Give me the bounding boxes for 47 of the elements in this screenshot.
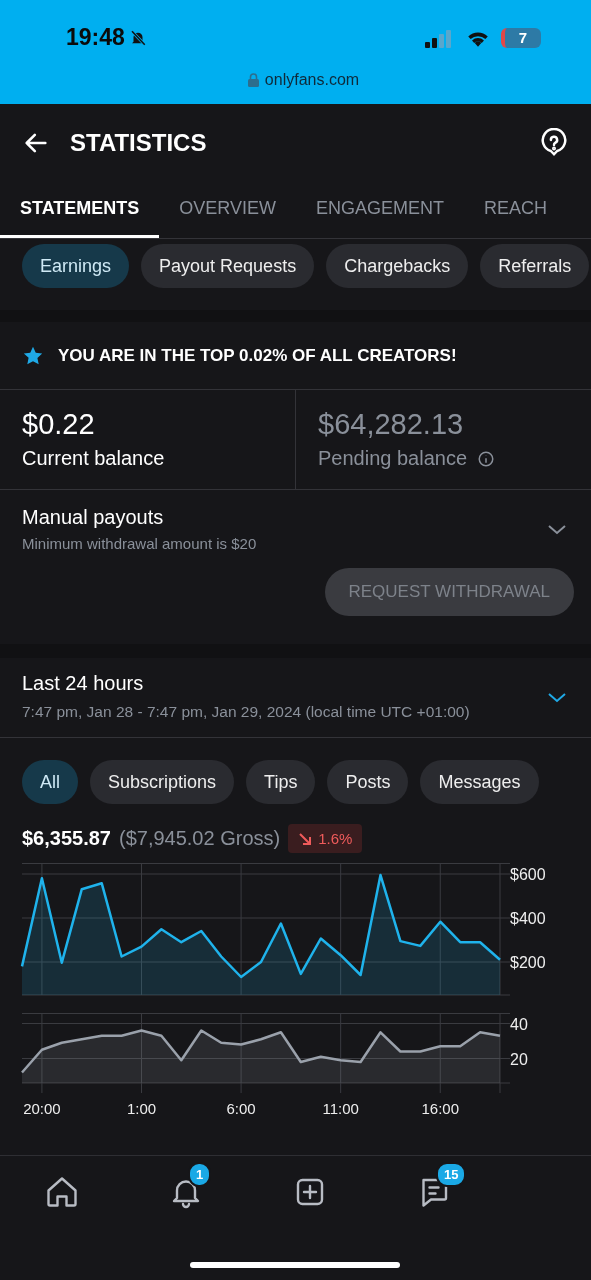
lock-icon bbox=[247, 73, 259, 87]
banner-text: YOU ARE IN THE TOP 0.02% OF ALL CREATORS! bbox=[58, 345, 457, 366]
tab[interactable]: STATEMENTS bbox=[0, 182, 160, 238]
change-value: 1.6% bbox=[318, 830, 353, 847]
filter-chip[interactable]: Tips bbox=[246, 760, 316, 804]
filter-chip[interactable]: Earnings bbox=[22, 244, 130, 288]
filter-chip[interactable]: Subscriptions bbox=[90, 760, 235, 804]
gross-amount: ($7,945.02 Gross) bbox=[119, 827, 281, 850]
info-icon[interactable] bbox=[477, 449, 495, 468]
axis-label: 20 bbox=[510, 1050, 528, 1068]
axis-label: 40 bbox=[510, 1015, 528, 1033]
help-icon[interactable] bbox=[539, 128, 569, 158]
axis-label: 16:00 bbox=[421, 1100, 459, 1117]
balance-label: Current balance bbox=[22, 447, 165, 470]
home-icon bbox=[44, 1174, 80, 1210]
balance-amount: $64,282.13 bbox=[318, 408, 465, 441]
axis-label: $600 bbox=[510, 866, 546, 883]
bell-off-icon bbox=[128, 28, 147, 47]
balance-amount: $0.22 bbox=[22, 408, 96, 441]
axis-label: $200 bbox=[510, 954, 546, 971]
axis-label: 1:00 bbox=[126, 1100, 157, 1117]
balance-label: Pending balance bbox=[318, 447, 467, 470]
section-title: Last 24 hours bbox=[22, 672, 145, 695]
status-time: 19:48 bbox=[66, 24, 125, 51]
net-amount: $6,355.87 bbox=[22, 827, 111, 850]
filter-chip[interactable]: Messages bbox=[420, 760, 539, 804]
url-text: onlyfans.com bbox=[264, 71, 360, 89]
tab[interactable]: REACH bbox=[464, 182, 568, 238]
date-range: 7:47 pm, Jan 28 - 7:47 pm, Jan 29, 2024 (local time UTC +01:00) bbox=[22, 703, 470, 721]
filter-chip[interactable]: Chargebacks bbox=[326, 244, 469, 288]
filter-chip[interactable]: All bbox=[22, 760, 78, 804]
axis-label: 6:00 bbox=[226, 1100, 256, 1117]
axis-label: $400 bbox=[510, 910, 546, 927]
filter-chip[interactable]: Referrals bbox=[480, 244, 590, 288]
filter-chip[interactable]: Posts bbox=[327, 760, 409, 804]
tab[interactable]: ENGAGEMENT bbox=[296, 182, 465, 238]
battery-level: 7 bbox=[501, 27, 541, 48]
notification-badge: 15 bbox=[436, 1162, 467, 1187]
page-title: STATISTICS bbox=[70, 129, 208, 157]
section-title: Manual payouts bbox=[22, 506, 165, 529]
notification-badge: 1 bbox=[188, 1162, 212, 1187]
axis-label: 20:00 bbox=[23, 1100, 61, 1117]
trend-down-icon bbox=[298, 831, 313, 846]
tab[interactable]: OVERVIEW bbox=[159, 182, 297, 238]
section-subtitle: Minimum withdrawal amount is $20 bbox=[22, 535, 257, 552]
filter-chip[interactable]: Payout Requests bbox=[141, 244, 315, 288]
axis-label: 11:00 bbox=[322, 1100, 359, 1117]
